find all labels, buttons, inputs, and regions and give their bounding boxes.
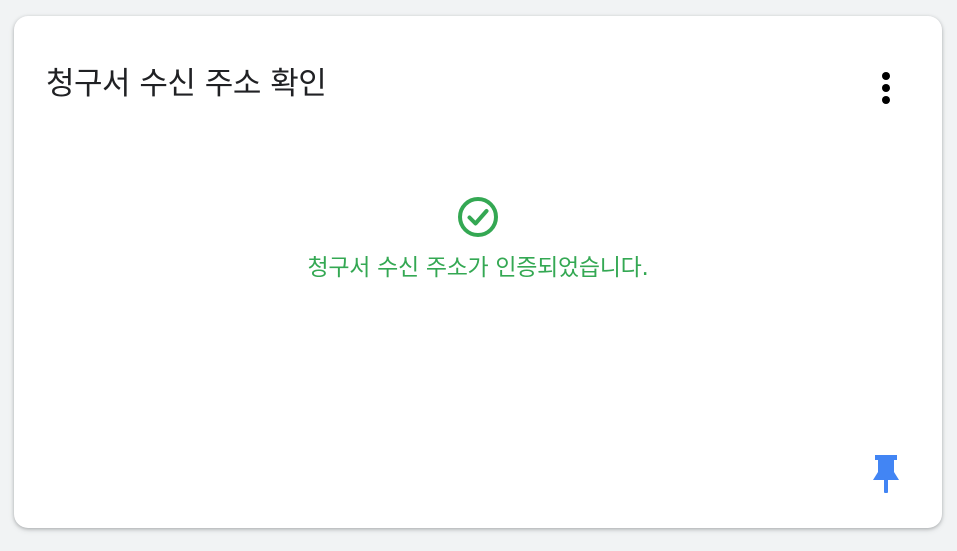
verification-card: 청구서 수신 주소 확인 청구서 수신 주소가 인증되었습니다. (14, 16, 942, 528)
status-message: 청구서 수신 주소가 인증되었습니다. (307, 255, 649, 281)
more-options-button[interactable] (870, 66, 902, 110)
check-circle-icon (458, 197, 498, 237)
card-title: 청구서 수신 주소 확인 (46, 66, 327, 102)
pin-button[interactable] (866, 452, 906, 496)
more-vert-icon (882, 72, 890, 104)
push-pin-icon (873, 455, 899, 493)
status-area: 청구서 수신 주소가 인증되었습니다. (14, 196, 942, 284)
